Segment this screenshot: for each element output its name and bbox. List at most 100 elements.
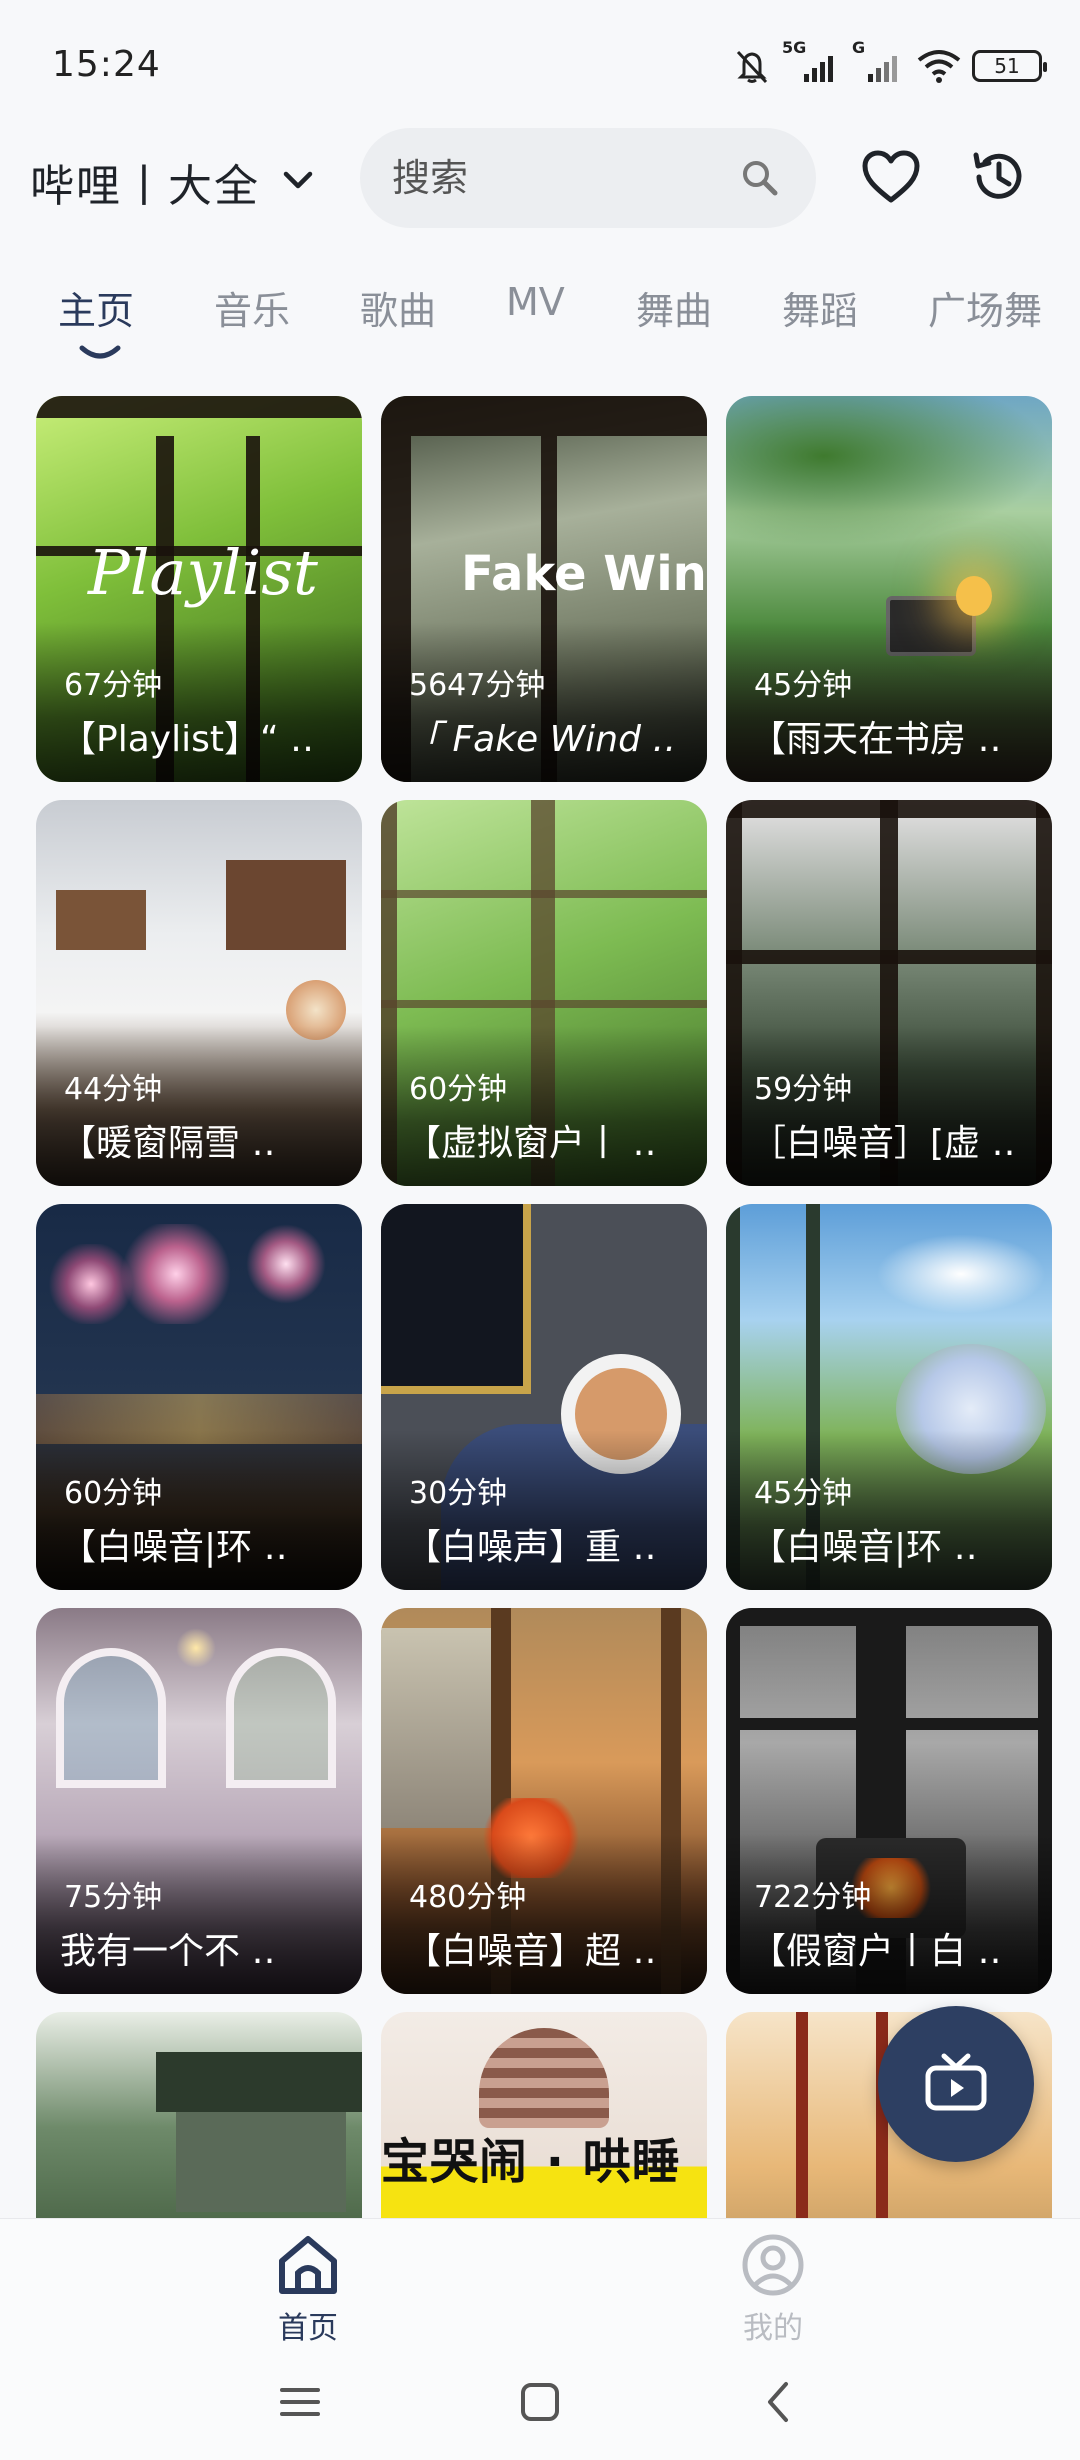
history-icon[interactable] bbox=[965, 144, 1031, 210]
category-tabs: 主页 音乐 歌曲 MV 舞曲 舞蹈 广场舞 bbox=[0, 270, 1080, 370]
nav-me-label: 我的 bbox=[743, 2311, 803, 2346]
status-bar: 15:24 5G G 51 bbox=[0, 0, 1080, 120]
status-time: 15:24 bbox=[52, 44, 161, 85]
video-card[interactable]: 44分钟 【暖窗隔雪 ‥ bbox=[36, 800, 362, 1186]
roof-illustration bbox=[156, 2052, 362, 2112]
home-square-icon[interactable] bbox=[518, 2380, 562, 2424]
night-window-illustration bbox=[381, 1204, 531, 1394]
window-frame bbox=[381, 1000, 707, 1008]
nav-me[interactable]: 我的 bbox=[673, 2219, 873, 2351]
cover-text: Playlist bbox=[88, 536, 318, 609]
bottom-navigation: 首页 我的 bbox=[0, 2218, 1080, 2350]
video-card[interactable]: 60分钟 【白噪音|环 ‥ bbox=[36, 1204, 362, 1590]
tab-music[interactable]: 音乐 bbox=[214, 280, 290, 335]
nav-home-label: 首页 bbox=[278, 2311, 338, 2346]
video-card[interactable]: 75分钟 我有一个不 ‥ bbox=[36, 1608, 362, 1994]
building-illustration bbox=[381, 1628, 491, 1828]
search-bar[interactable] bbox=[360, 128, 816, 228]
search-icon[interactable] bbox=[740, 158, 780, 198]
battery-level: 51 bbox=[994, 54, 1020, 78]
video-card[interactable]: Playlist 67分钟 【Playlist】“ ‥ bbox=[36, 396, 362, 782]
video-duration: 59分钟 bbox=[754, 1072, 853, 1107]
heart-icon[interactable] bbox=[858, 144, 924, 210]
window-frame bbox=[381, 890, 707, 898]
video-title: 【Playlist】“ ‥ bbox=[60, 719, 315, 760]
building-illustration bbox=[176, 2112, 346, 2212]
mute-icon bbox=[732, 46, 772, 86]
window-frame bbox=[381, 396, 707, 436]
tab-mv[interactable]: MV bbox=[506, 280, 565, 324]
window-frame bbox=[796, 2012, 808, 2218]
video-duration: 44分钟 bbox=[64, 1072, 163, 1107]
video-card[interactable] bbox=[36, 2012, 362, 2218]
home-icon bbox=[279, 2236, 337, 2294]
network-label-5g: 5G bbox=[782, 38, 807, 57]
video-title: 【暖窗隔雪 ‥ bbox=[60, 1123, 276, 1164]
video-duration: 722分钟 bbox=[754, 1880, 872, 1915]
search-input[interactable] bbox=[392, 128, 752, 228]
cabin-illustration bbox=[56, 890, 146, 950]
video-grid: Playlist 67分钟 【Playlist】“ ‥ Fake Windo 5… bbox=[36, 396, 1052, 2218]
video-card[interactable]: 480分钟 【白噪音】超 ‥ bbox=[381, 1608, 707, 1994]
video-title: 【白噪音】超 ‥ bbox=[405, 1931, 657, 1972]
app-title[interactable]: 哔哩丨大全 bbox=[30, 150, 260, 214]
firework-illustration bbox=[46, 1244, 136, 1324]
video-title: 我有一个不 ‥ bbox=[60, 1931, 276, 1972]
app-header: 哔哩丨大全 bbox=[0, 118, 1080, 238]
cover-text: Fake Windo bbox=[461, 546, 707, 602]
video-duration: 75分钟 bbox=[64, 1880, 163, 1915]
window-frame bbox=[726, 950, 1052, 964]
wifi-icon bbox=[916, 46, 962, 86]
tab-dance-music[interactable]: 舞曲 bbox=[636, 280, 712, 335]
signal-g-icon: G bbox=[852, 38, 906, 86]
video-duration: 60分钟 bbox=[64, 1476, 163, 1511]
tab-active-indicator bbox=[79, 345, 121, 359]
video-duration: 5647分钟 bbox=[409, 668, 546, 703]
tab-square-dance[interactable]: 广场舞 bbox=[928, 280, 1042, 335]
firework-illustration bbox=[246, 1224, 326, 1304]
window-frame bbox=[726, 1718, 1052, 1730]
baby-hat-illustration bbox=[479, 2028, 609, 2128]
cabin-illustration bbox=[226, 860, 346, 950]
status-icons: 5G G 51 bbox=[732, 38, 1047, 86]
network-label-g: G bbox=[852, 38, 866, 57]
signal-5g-icon: 5G bbox=[782, 38, 842, 86]
video-card[interactable]: 45分钟 【雨天在书房 ‥ bbox=[726, 396, 1052, 782]
window-frame bbox=[36, 396, 362, 418]
cloud-illustration bbox=[876, 1234, 1046, 1314]
video-duration: 67分钟 bbox=[64, 668, 163, 703]
video-card[interactable]: 60分钟 【虚拟窗户丨 ‥ bbox=[381, 800, 707, 1186]
video-card[interactable]: 722分钟 【假窗户丨白 ‥ bbox=[726, 1608, 1052, 1994]
video-card[interactable]: 59分钟 ［白噪音］[虚 ‥ bbox=[726, 800, 1052, 1186]
back-icon[interactable] bbox=[758, 2380, 802, 2424]
nav-home[interactable]: 首页 bbox=[208, 2219, 408, 2351]
system-navigation bbox=[0, 2350, 1080, 2460]
lamp-illustration bbox=[956, 576, 992, 616]
arch-window bbox=[226, 1648, 336, 1788]
user-icon bbox=[742, 2234, 804, 2296]
video-title: 「 Fake Wind ‥ bbox=[405, 719, 677, 760]
video-title: ［白噪音］[虚 ‥ bbox=[750, 1123, 1016, 1164]
chevron-down-icon[interactable] bbox=[278, 160, 318, 200]
video-card[interactable]: 30分钟 【白噪声】重 ‥ bbox=[381, 1204, 707, 1590]
battery-indicator: 51 bbox=[972, 50, 1047, 82]
cover-text: 宝哭闹 · 哄睡 bbox=[381, 2134, 681, 2190]
video-title: 【虚拟窗户丨 ‥ bbox=[405, 1123, 657, 1164]
video-card[interactable]: 45分钟 【白噪音|环 ‥ bbox=[726, 1204, 1052, 1590]
video-title: 【假窗户丨白 ‥ bbox=[750, 1931, 1002, 1972]
video-card[interactable]: 宝哭闹 · 哄睡 bbox=[381, 2012, 707, 2218]
video-title: 【白噪音|环 ‥ bbox=[60, 1527, 288, 1568]
video-duration: 480分钟 bbox=[409, 1880, 527, 1915]
tab-dance[interactable]: 舞蹈 bbox=[782, 280, 858, 335]
tv-icon bbox=[925, 2053, 987, 2111]
video-duration: 30分钟 bbox=[409, 1476, 508, 1511]
video-title: 【雨天在书房 ‥ bbox=[750, 719, 1002, 760]
video-title: 【白噪声】重 ‥ bbox=[405, 1527, 657, 1568]
tab-songs[interactable]: 歌曲 bbox=[360, 280, 436, 335]
video-duration: 45分钟 bbox=[754, 1476, 853, 1511]
tab-home[interactable]: 主页 bbox=[58, 280, 134, 335]
menu-icon[interactable] bbox=[278, 2380, 322, 2424]
tv-fab-button[interactable] bbox=[878, 2006, 1034, 2162]
arch-window bbox=[56, 1648, 166, 1788]
video-card[interactable]: Fake Windo 5647分钟 「 Fake Wind ‥ bbox=[381, 396, 707, 782]
